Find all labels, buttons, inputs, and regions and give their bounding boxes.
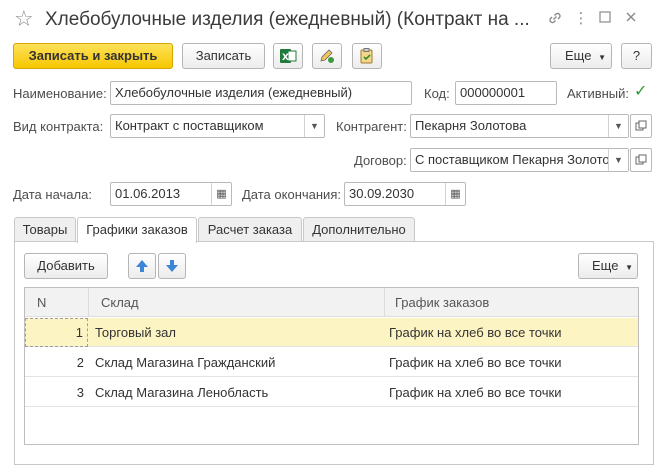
excel-icon: X (280, 49, 297, 63)
move-up-button[interactable] (128, 253, 156, 279)
favorite-star-icon[interactable]: ☆ (14, 8, 34, 30)
row-schedule: График на хлеб во все точки (389, 325, 562, 340)
calendar-icon[interactable]: ▦ (211, 183, 231, 205)
clipboard-button[interactable] (352, 43, 382, 69)
chevron-down-icon: ▼ (625, 263, 633, 272)
active-label: Активный: (567, 86, 630, 101)
row-warehouse: Торговый зал (95, 325, 176, 340)
schedules-table: N Склад График заказов 1 Торговый зал Гр… (24, 287, 639, 445)
tab-additional[interactable]: Дополнительно (303, 217, 415, 242)
tab-order-schedules[interactable]: Графики заказов (77, 217, 197, 243)
dropdown-arrow-icon[interactable]: ▼ (608, 115, 628, 137)
agreement-label: Договор: (354, 153, 407, 168)
start-date-label: Дата начала: (13, 187, 92, 202)
column-header-n[interactable]: N (31, 288, 46, 317)
name-field[interactable]: Хлебобулочные изделия (ежедневный) (110, 81, 412, 105)
tab-order-calculation[interactable]: Расчет заказа (198, 217, 302, 242)
start-date-field[interactable]: 01.06.2013 ▦ (110, 182, 232, 206)
edit-pencil-icon (320, 49, 334, 63)
code-label: Код: (424, 86, 450, 101)
excel-export-button[interactable]: X (273, 43, 303, 69)
contract-type-value: Контракт с поставщиком (115, 118, 264, 133)
chevron-down-icon: ▼ (598, 53, 606, 62)
counterparty-value: Пекарня Золотова (415, 118, 527, 133)
more-vertical-icon[interactable]: ⋮ (572, 10, 590, 28)
counterparty-label: Контрагент: (336, 119, 407, 134)
more-menu-button[interactable]: Еще ▼ (550, 43, 612, 69)
counterparty-field[interactable]: Пекарня Золотова ▼ (410, 114, 629, 138)
end-date-label: Дата окончания: (242, 187, 341, 202)
table-row[interactable]: 1 Торговый зал График на хлеб во все точ… (25, 318, 638, 347)
name-label: Наименование: (13, 86, 107, 101)
end-date-field[interactable]: 30.09.2030 ▦ (344, 182, 466, 206)
help-button[interactable]: ? (621, 43, 652, 69)
agreement-value: С поставщиком Пекарня Золото (415, 152, 610, 167)
svg-text:X: X (282, 53, 289, 63)
column-header-warehouse[interactable]: Склад (95, 288, 139, 317)
dropdown-arrow-icon[interactable]: ▼ (608, 149, 628, 171)
row-schedule: График на хлеб во все точки (389, 385, 562, 400)
window-title: Хлебобулочные изделия (ежедневный) (Конт… (45, 9, 530, 30)
tab-goods[interactable]: Товары (14, 217, 76, 242)
save-and-close-button[interactable]: Записать и закрыть (13, 43, 173, 69)
row-warehouse: Склад Магазина Ленобласть (95, 385, 269, 400)
calendar-icon[interactable]: ▦ (445, 183, 465, 205)
link-icon[interactable] (546, 10, 564, 28)
clipboard-check-icon (360, 48, 373, 64)
open-counterparty-icon[interactable] (630, 114, 652, 138)
row-number: 1 (25, 318, 88, 347)
contract-type-label: Вид контракта: (13, 119, 104, 134)
save-button[interactable]: Записать (182, 43, 265, 69)
close-icon[interactable] (622, 10, 640, 28)
table-more-button[interactable]: Еще ▼ (578, 253, 638, 279)
row-number: 2 (76, 355, 84, 370)
table-row[interactable]: 2 Склад Магазина Гражданский График на х… (25, 348, 638, 377)
row-number: 3 (76, 385, 84, 400)
open-agreement-icon[interactable] (630, 148, 652, 172)
edit-button[interactable] (312, 43, 342, 69)
dropdown-arrow-icon[interactable]: ▼ (304, 115, 324, 137)
arrow-up-icon (136, 260, 148, 272)
active-checkbox[interactable]: ✓ (634, 84, 647, 100)
arrow-down-icon (166, 260, 178, 272)
row-schedule: График на хлеб во все точки (389, 355, 562, 370)
start-date-value: 01.06.2013 (115, 186, 181, 201)
contract-type-select[interactable]: Контракт с поставщиком ▼ (110, 114, 325, 138)
table-more-label: Еще (592, 258, 619, 273)
end-date-value: 30.09.2030 (349, 186, 415, 201)
move-down-button[interactable] (158, 253, 186, 279)
agreement-field[interactable]: С поставщиком Пекарня Золото ▼ (410, 148, 629, 172)
column-header-schedule[interactable]: График заказов (389, 288, 489, 317)
table-header: N Склад График заказов (25, 288, 638, 317)
table-row[interactable]: 3 Склад Магазина Ленобласть График на хл… (25, 378, 638, 407)
add-button[interactable]: Добавить (24, 253, 108, 279)
maximize-icon[interactable] (596, 10, 614, 28)
row-warehouse: Склад Магазина Гражданский (95, 355, 276, 370)
code-field[interactable]: 000000001 (455, 81, 557, 105)
more-label: Еще (565, 48, 592, 63)
